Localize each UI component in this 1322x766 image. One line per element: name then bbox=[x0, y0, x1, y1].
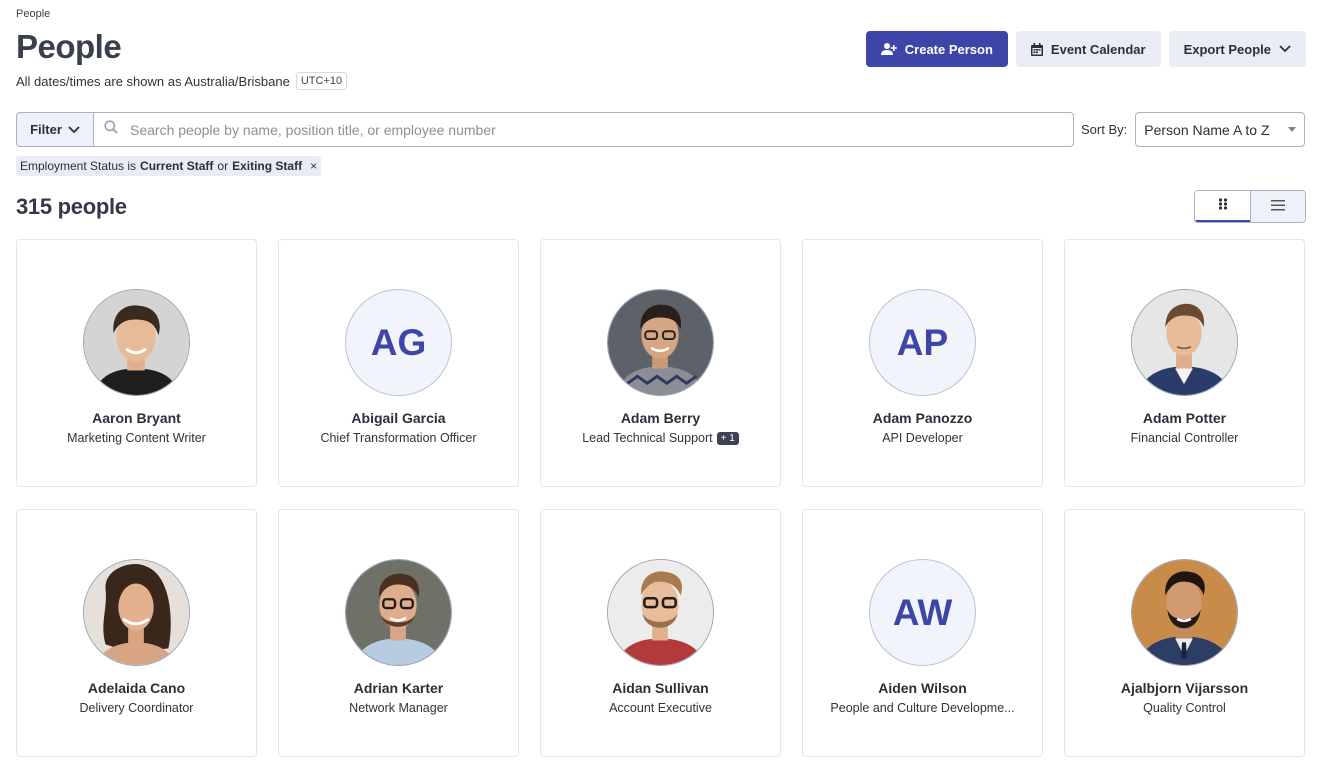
avatar: AP bbox=[869, 289, 976, 396]
position-text: Marketing Content Writer bbox=[67, 431, 206, 445]
search-input[interactable] bbox=[128, 120, 1032, 139]
calendar-icon bbox=[1030, 42, 1043, 56]
grid-view-button[interactable] bbox=[1195, 191, 1250, 222]
person-card[interactable]: AG Abigail Garcia Chief Transformation O… bbox=[278, 239, 519, 487]
timezone-note: All dates/times are shown as Australia/B… bbox=[16, 72, 348, 90]
filter-label: Filter bbox=[30, 122, 62, 137]
position-text: Delivery Coordinator bbox=[79, 701, 194, 715]
position-text: API Developer bbox=[882, 431, 963, 445]
chip-joiner: or bbox=[217, 159, 229, 173]
grid-icon bbox=[1218, 197, 1228, 215]
active-filter-chip: Employment Status is Current Staff or Ex… bbox=[16, 156, 322, 176]
export-people-button[interactable]: Export People bbox=[1168, 31, 1306, 67]
list-view-button[interactable] bbox=[1250, 191, 1305, 222]
view-toggle bbox=[1194, 190, 1306, 223]
close-icon[interactable]: × bbox=[310, 159, 317, 173]
avatar bbox=[83, 289, 190, 396]
avatar bbox=[83, 559, 190, 666]
person-card[interactable]: AP Adam Panozzo API Developer bbox=[802, 239, 1043, 487]
filter-button[interactable]: Filter bbox=[16, 112, 94, 147]
person-position: Marketing Content Writer bbox=[67, 431, 206, 445]
person-position: Lead Technical Support + 1 bbox=[582, 431, 739, 445]
person-name: Aidan Sullivan bbox=[612, 680, 709, 696]
event-calendar-label: Event Calendar bbox=[1050, 41, 1146, 57]
filter-bar: Filter Sort By: Person Name A to Z bbox=[16, 112, 1306, 147]
person-name: Adam Panozzo bbox=[872, 410, 973, 426]
avatar: AW bbox=[869, 559, 976, 666]
person-position: Chief Transformation Officer bbox=[320, 431, 476, 445]
person-card[interactable]: Adam Berry Lead Technical Support + 1 bbox=[540, 239, 781, 487]
avatar: AG bbox=[345, 289, 452, 396]
search-icon bbox=[104, 120, 118, 139]
person-card[interactable]: Adelaida Cano Delivery Coordinator bbox=[16, 509, 257, 757]
person-name: Ajalbjorn Vijarsson bbox=[1120, 680, 1249, 696]
person-position: API Developer bbox=[882, 431, 963, 445]
event-calendar-button[interactable]: Event Calendar bbox=[1015, 31, 1161, 67]
avatar bbox=[1131, 289, 1238, 396]
person-name: Adrian Karter bbox=[353, 680, 444, 696]
person-name: Abigail Garcia bbox=[351, 410, 446, 426]
person-name: Aiden Wilson bbox=[878, 680, 967, 696]
person-name: Adam Berry bbox=[620, 410, 701, 426]
position-text: Network Manager bbox=[349, 701, 448, 715]
person-position: People and Culture Developme... bbox=[830, 701, 1014, 715]
chip-prefix: Employment Status is bbox=[20, 159, 137, 173]
person-card[interactable]: Adam Potter Financial Controller bbox=[1064, 239, 1305, 487]
position-text: Chief Transformation Officer bbox=[320, 431, 477, 445]
header-actions: Create Person Event Calendar Export Peop… bbox=[865, 31, 1306, 67]
person-card[interactable]: AW Aiden Wilson People and Culture Devel… bbox=[802, 509, 1043, 757]
position-text: Financial Controller bbox=[1130, 431, 1239, 445]
person-name: Adelaida Cano bbox=[87, 680, 186, 696]
position-text: People and Culture Developme... bbox=[830, 701, 1015, 715]
create-person-button[interactable]: Create Person bbox=[865, 31, 1008, 67]
sort-value: Person Name A to Z bbox=[1144, 121, 1270, 138]
person-position: Network Manager bbox=[349, 701, 448, 715]
chevron-down-icon bbox=[1279, 45, 1291, 53]
timezone-text: All dates/times are shown as Australia/B… bbox=[16, 73, 290, 89]
person-card[interactable]: Aidan Sullivan Account Executive bbox=[540, 509, 781, 757]
extra-positions-badge: + 1 bbox=[716, 431, 739, 445]
person-card[interactable]: Adrian Karter Network Manager bbox=[278, 509, 519, 757]
breadcrumb[interactable]: People bbox=[16, 8, 50, 20]
avatar bbox=[607, 289, 714, 396]
list-icon bbox=[1271, 198, 1285, 216]
export-people-label: Export People bbox=[1183, 41, 1271, 57]
caret-down-icon bbox=[1288, 127, 1297, 132]
person-position: Financial Controller bbox=[1131, 431, 1239, 445]
people-grid: Aaron Bryant Marketing Content Writer AG… bbox=[16, 239, 1306, 757]
create-person-label: Create Person bbox=[904, 41, 993, 57]
position-text: Account Executive bbox=[609, 701, 712, 715]
person-position: Quality Control bbox=[1143, 701, 1226, 715]
person-card[interactable]: Ajalbjorn Vijarsson Quality Control bbox=[1064, 509, 1305, 757]
chip-value-exiting-staff: Exiting Staff bbox=[232, 159, 303, 173]
person-position: Account Executive bbox=[609, 701, 712, 715]
person-card[interactable]: Aaron Bryant Marketing Content Writer bbox=[16, 239, 257, 487]
search-box[interactable] bbox=[94, 112, 1074, 147]
avatar bbox=[345, 559, 452, 666]
chevron-down-icon bbox=[68, 122, 80, 137]
person-position: Delivery Coordinator bbox=[80, 701, 194, 715]
avatar bbox=[607, 559, 714, 666]
chip-value-current-staff: Current Staff bbox=[140, 159, 214, 173]
position-text: Quality Control bbox=[1143, 701, 1226, 715]
sort-by-label: Sort By: bbox=[1081, 122, 1128, 137]
people-count: 315 people bbox=[16, 194, 127, 219]
sort-select[interactable]: Person Name A to Z bbox=[1135, 112, 1306, 147]
person-name: Aaron Bryant bbox=[92, 410, 181, 426]
timezone-offset-badge: UTC+10 bbox=[295, 72, 348, 90]
page-title: People bbox=[16, 28, 122, 65]
add-user-icon bbox=[880, 42, 897, 56]
avatar bbox=[1131, 559, 1238, 666]
person-name: Adam Potter bbox=[1142, 410, 1227, 426]
position-text: Lead Technical Support bbox=[582, 431, 713, 445]
